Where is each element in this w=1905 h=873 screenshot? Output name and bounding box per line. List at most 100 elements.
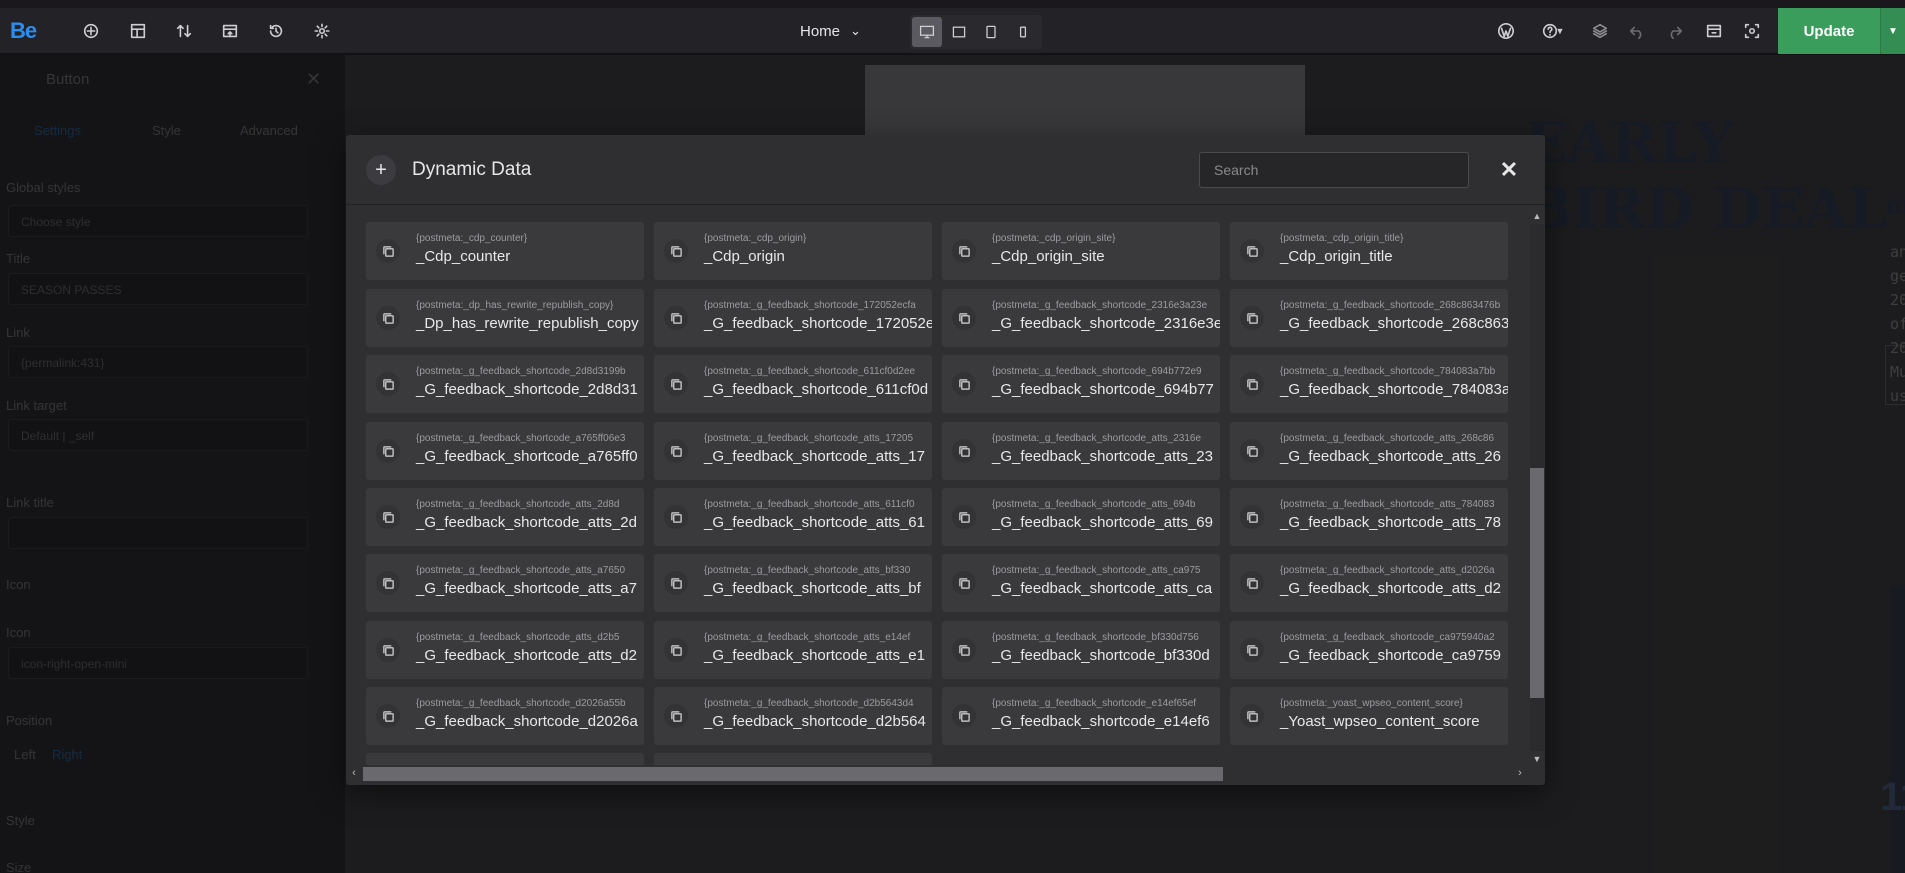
copy-icon[interactable] xyxy=(664,239,688,263)
copy-icon[interactable] xyxy=(376,306,400,330)
copy-icon[interactable] xyxy=(1240,439,1264,463)
scroll-thumb[interactable] xyxy=(1530,468,1544,698)
copy-icon[interactable] xyxy=(952,439,976,463)
history-icon[interactable] xyxy=(261,16,291,46)
dynamic-data-card[interactable]: {postmeta:_g_feedback_shortcode_atts_d2b… xyxy=(366,621,644,679)
dynamic-data-card[interactable]: {postmeta:_g_feedback_shortcode_atts_bf3… xyxy=(654,554,932,612)
preview-window-icon[interactable] xyxy=(1699,16,1729,46)
dynamic-data-card[interactable]: {postmeta:_cdp_origin_site} _Cdp_origin_s… xyxy=(942,222,1220,280)
dynamic-data-card[interactable]: {postmeta:_g_feedback_shortcode_atts_784… xyxy=(1230,488,1508,546)
dynamic-data-card[interactable]: {postmeta:_g_feedback_shortcode_ca975940… xyxy=(1230,621,1508,679)
copy-icon[interactable] xyxy=(664,306,688,330)
desktop-view-icon[interactable] xyxy=(912,17,942,47)
dynamic-data-card[interactable]: {postmeta:_g_feedback_shortcode_d2b5643d… xyxy=(654,687,932,745)
scroll-thumb[interactable] xyxy=(363,767,1223,781)
search-input[interactable] xyxy=(1199,152,1469,188)
copy-icon[interactable] xyxy=(1240,239,1264,263)
laptop-view-icon[interactable] xyxy=(944,17,974,47)
dynamic-data-card[interactable]: {postmeta:_g_feedback_shortcode_a765ff06… xyxy=(366,422,644,480)
copy-icon[interactable] xyxy=(952,571,976,595)
dynamic-data-card[interactable]: {postmeta:_g_feedback_shortcode_694b772e… xyxy=(942,355,1220,413)
undo-icon[interactable] xyxy=(1622,16,1652,46)
copy-icon[interactable] xyxy=(952,704,976,728)
mobile-view-icon[interactable] xyxy=(1008,17,1038,47)
dynamic-data-card[interactable]: {postmeta:_g_feedback_shortcode_2d8d3199… xyxy=(366,355,644,413)
dynamic-data-card[interactable]: {postmeta:_g_feedback_shortcode_268c8634… xyxy=(1230,289,1508,347)
copy-icon[interactable] xyxy=(664,704,688,728)
dynamic-data-card[interactable]: {postmeta:_yoast_wpseo_content_score} _Yo… xyxy=(1230,687,1508,745)
copy-icon[interactable] xyxy=(376,505,400,529)
dynamic-data-card[interactable]: {postmeta:_g_feedback_shortcode_784083a7… xyxy=(1230,355,1508,413)
help-dropdown-icon[interactable]: ▼ xyxy=(1553,16,1567,46)
tablet-view-icon[interactable] xyxy=(976,17,1006,47)
copy-icon[interactable] xyxy=(376,439,400,463)
layers-icon[interactable] xyxy=(1585,16,1615,46)
card-code: {postmeta:_g_feedback_shortcode_atts_231… xyxy=(992,433,1202,444)
copy-icon[interactable] xyxy=(952,638,976,662)
copy-icon[interactable] xyxy=(664,571,688,595)
dynamic-data-card[interactable]: {postmeta:_cdp_origin_title} _Cdp_origin_… xyxy=(1230,222,1508,280)
scroll-left-icon[interactable]: ‹ xyxy=(348,767,360,779)
horizontal-scrollbar[interactable]: ‹ › xyxy=(346,765,1526,781)
dynamic-data-card[interactable] xyxy=(654,753,932,765)
sort-icon[interactable] xyxy=(169,16,199,46)
scroll-down-icon[interactable]: ▼ xyxy=(1531,753,1543,765)
dynamic-data-card[interactable]: {postmeta:_cdp_origin} _Cdp_origin xyxy=(654,222,932,280)
add-element-icon[interactable] xyxy=(76,16,106,46)
dynamic-data-card[interactable]: {postmeta:_g_feedback_shortcode_atts_e14… xyxy=(654,621,932,679)
copy-icon[interactable] xyxy=(376,372,400,396)
vertical-scrollbar[interactable]: ▲ ▼ xyxy=(1528,210,1544,765)
dynamic-data-card[interactable]: {postmeta:_cdp_counter} _Cdp_counter xyxy=(366,222,644,280)
dynamic-data-card[interactable]: {postmeta:_g_feedback_shortcode_d2026a55… xyxy=(366,687,644,745)
templates-icon[interactable] xyxy=(215,16,245,46)
copy-icon[interactable] xyxy=(664,638,688,662)
dynamic-data-card[interactable]: {postmeta:_dp_has_rewrite_republish_copy… xyxy=(366,289,644,347)
copy-icon[interactable] xyxy=(952,505,976,529)
builder-logo[interactable]: Be xyxy=(10,18,37,44)
dynamic-data-card[interactable]: {postmeta:_g_feedback_shortcode_atts_268… xyxy=(1230,422,1508,480)
dynamic-data-card[interactable]: {postmeta:_g_feedback_shortcode_atts_694… xyxy=(942,488,1220,546)
navigator-icon[interactable] xyxy=(123,16,153,46)
copy-icon[interactable] xyxy=(376,638,400,662)
copy-icon[interactable] xyxy=(1240,505,1264,529)
dynamic-data-card[interactable]: {postmeta:_g_feedback_shortcode_611cf0d2… xyxy=(654,355,932,413)
copy-icon[interactable] xyxy=(952,306,976,330)
copy-icon[interactable] xyxy=(664,505,688,529)
copy-icon[interactable] xyxy=(1240,704,1264,728)
update-button[interactable]: Update xyxy=(1778,8,1880,54)
copy-icon[interactable] xyxy=(376,571,400,595)
copy-icon[interactable] xyxy=(952,239,976,263)
scroll-right-icon[interactable]: › xyxy=(1514,767,1526,779)
redo-icon[interactable] xyxy=(1660,16,1690,46)
dynamic-data-card[interactable] xyxy=(366,753,644,765)
copy-icon[interactable] xyxy=(1240,638,1264,662)
scroll-up-icon[interactable]: ▲ xyxy=(1531,210,1543,222)
dynamic-data-card[interactable]: {postmeta:_g_feedback_shortcode_atts_2d8… xyxy=(366,488,644,546)
card-code: {postmeta:_g_feedback_shortcode_d2026a55… xyxy=(416,698,626,709)
copy-icon[interactable] xyxy=(664,372,688,396)
dynamic-data-card[interactable]: {postmeta:_g_feedback_shortcode_atts_ca9… xyxy=(942,554,1220,612)
copy-icon[interactable] xyxy=(376,704,400,728)
copy-icon[interactable] xyxy=(664,439,688,463)
dynamic-data-card[interactable]: {postmeta:_g_feedback_shortcode_atts_231… xyxy=(942,422,1220,480)
copy-icon[interactable] xyxy=(376,239,400,263)
dynamic-data-card[interactable]: {postmeta:_g_feedback_shortcode_atts_172… xyxy=(654,422,932,480)
dynamic-data-card[interactable]: {postmeta:_g_feedback_shortcode_atts_611… xyxy=(654,488,932,546)
live-preview-icon[interactable] xyxy=(1737,16,1767,46)
dynamic-data-card[interactable]: {postmeta:_g_feedback_shortcode_atts_a76… xyxy=(366,554,644,612)
update-options-icon[interactable]: ▼ xyxy=(1880,8,1905,54)
dynamic-data-card[interactable]: {postmeta:_g_feedback_shortcode_2316e3a2… xyxy=(942,289,1220,347)
add-icon[interactable]: + xyxy=(366,155,396,185)
copy-icon[interactable] xyxy=(952,372,976,396)
dynamic-data-card[interactable]: {postmeta:_g_feedback_shortcode_172052ec… xyxy=(654,289,932,347)
dynamic-data-card[interactable]: {postmeta:_g_feedback_shortcode_bf330d75… xyxy=(942,621,1220,679)
page-selector[interactable]: Home ⌄ xyxy=(800,16,861,46)
copy-icon[interactable] xyxy=(1240,372,1264,396)
settings-gear-icon[interactable] xyxy=(307,16,337,46)
copy-icon[interactable] xyxy=(1240,571,1264,595)
wordpress-icon[interactable] xyxy=(1491,16,1521,46)
dynamic-data-card[interactable]: {postmeta:_g_feedback_shortcode_atts_d20… xyxy=(1230,554,1508,612)
copy-icon[interactable] xyxy=(1240,306,1264,330)
dynamic-data-card[interactable]: {postmeta:_g_feedback_shortcode_e14ef65e… xyxy=(942,687,1220,745)
close-icon[interactable]: ✕ xyxy=(1494,155,1524,185)
